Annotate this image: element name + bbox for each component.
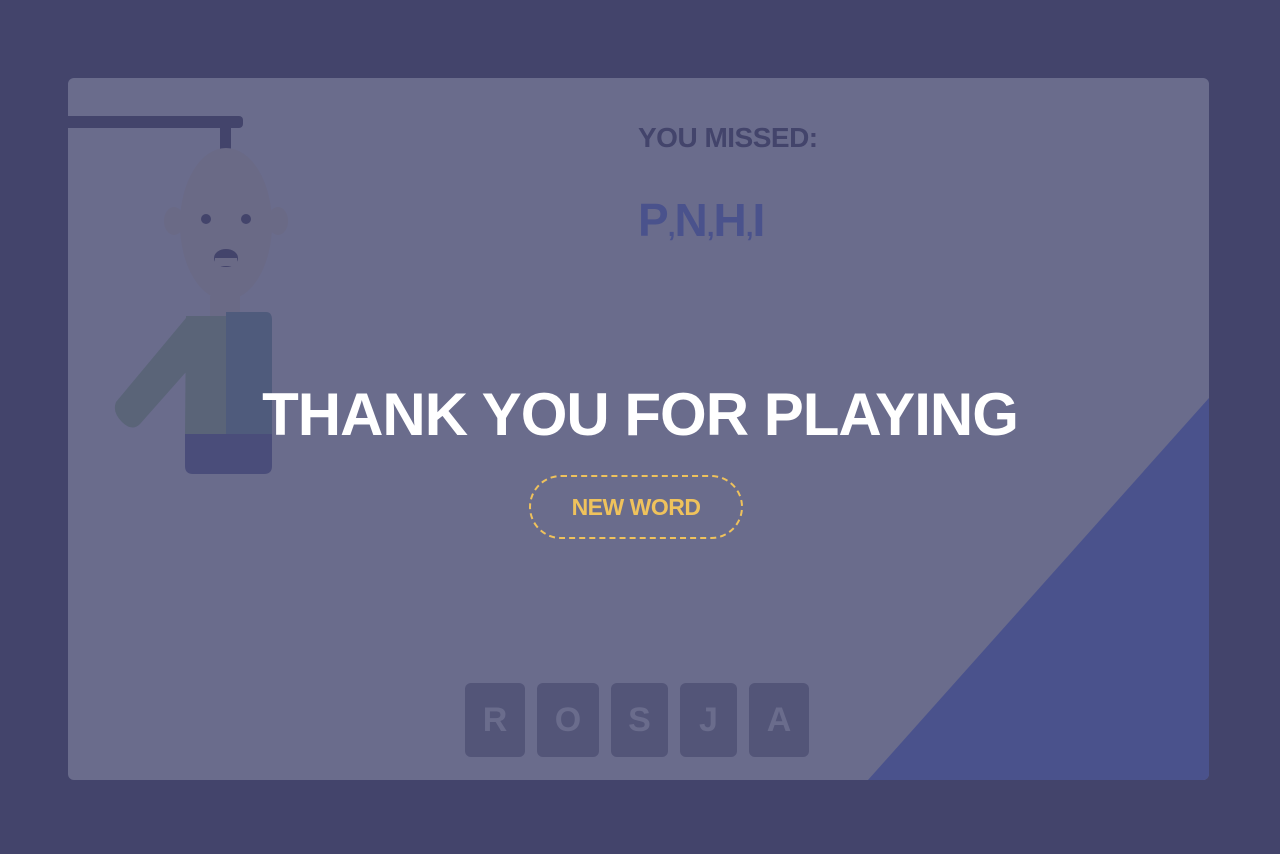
new-word-button[interactable]: NEW WORD — [529, 475, 743, 539]
word-tile: A — [749, 683, 809, 757]
word-tile: R — [465, 683, 525, 757]
missed-letter: N — [674, 194, 707, 246]
word-tile: O — [537, 683, 599, 757]
word-tile: J — [680, 683, 737, 757]
missed-letter: I — [752, 194, 766, 246]
word-tiles: R O S J A — [465, 683, 809, 757]
word-tile: S — [611, 683, 668, 757]
missed-letter: H — [713, 194, 746, 246]
missed-separator: , — [745, 211, 754, 242]
missed-letters: P,N,H,I — [638, 193, 766, 247]
thank-you-headline: THANK YOU FOR PLAYING — [262, 381, 1019, 448]
missed-title: YOU MISSED: — [638, 122, 818, 153]
missed-letter: P — [638, 194, 669, 246]
gallows-icon — [68, 116, 243, 128]
